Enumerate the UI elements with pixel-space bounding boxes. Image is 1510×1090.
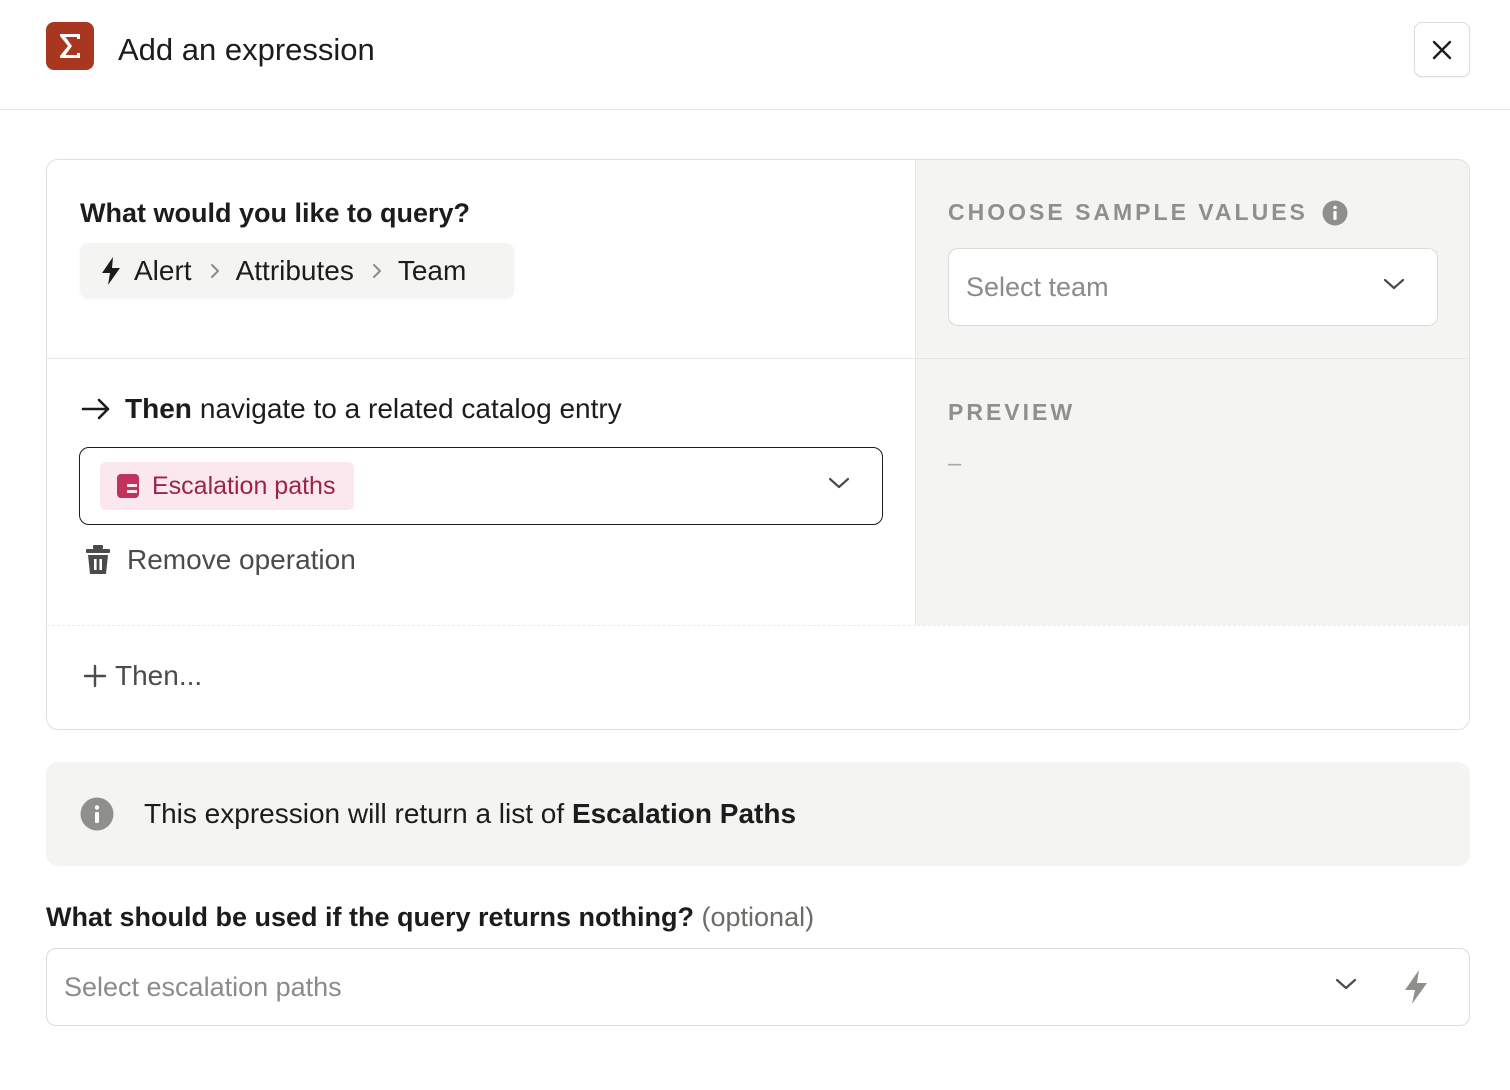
return-info-banner: This expression will return a list of Es… [46, 762, 1470, 866]
chevron-down-icon [1383, 277, 1405, 291]
bolt-icon[interactable] [1403, 969, 1429, 1005]
chevron-right-icon [372, 263, 382, 279]
sample-values-label: CHOOSE SAMPLE VALUES [948, 199, 1348, 226]
modal-header: Add an expression [0, 0, 1510, 110]
remove-operation-button[interactable]: Remove operation [85, 544, 356, 576]
sample-panel: CHOOSE SAMPLE VALUES Select team PREVIEW… [915, 160, 1469, 625]
info-icon [80, 797, 114, 831]
return-info-prefix: This expression will return a list of [144, 798, 565, 829]
chip-label: Escalation paths [152, 471, 336, 500]
close-icon [1432, 40, 1452, 59]
then-keyword: Then [125, 393, 192, 424]
operation-section: Then navigate to a related catalog entry… [47, 359, 915, 625]
breadcrumb-item: Team [397, 254, 467, 286]
trash-icon [85, 544, 111, 576]
fallback-placeholder: Select escalation paths [64, 971, 342, 1002]
book-icon [116, 473, 140, 499]
query-breadcrumb[interactable]: Alert Attributes Team [80, 243, 514, 298]
return-type: Escalation Paths [571, 798, 797, 829]
sample-values-text: CHOOSE SAMPLE VALUES [948, 199, 1308, 225]
operation-text: navigate to a related catalog entry [199, 393, 622, 424]
escalation-paths-chip: Escalation paths [100, 462, 354, 510]
breadcrumb-item: Alert [134, 254, 192, 286]
breadcrumb-item: Attributes [235, 254, 354, 286]
fallback-label: What should be used if the query returns… [46, 902, 814, 933]
chevron-down-icon[interactable] [1335, 977, 1357, 991]
sigma-icon [46, 22, 94, 70]
remove-operation-label: Remove operation [127, 544, 356, 575]
chevron-right-icon [210, 263, 220, 279]
sample-values-section: CHOOSE SAMPLE VALUES Select team [916, 160, 1469, 359]
fallback-select[interactable]: Select escalation paths [46, 948, 1470, 1026]
fallback-question: What should be used if the query returns… [46, 902, 694, 932]
optional-tag: (optional) [701, 902, 815, 932]
query-label: What would you like to query? [80, 198, 471, 228]
plus-icon [83, 664, 107, 688]
expression-card: What would you like to query? Alert Attr… [46, 159, 1470, 730]
info-icon[interactable] [1322, 200, 1348, 226]
chevron-down-icon [828, 476, 850, 490]
bolt-icon [100, 256, 122, 286]
modal-title: Add an expression [118, 32, 375, 67]
arrow-right-icon [81, 398, 111, 420]
preview-label: PREVIEW [948, 399, 1076, 425]
add-operation-section: Then... [47, 625, 1469, 729]
team-select-placeholder: Select team [966, 271, 1109, 302]
add-then-label: Then... [115, 660, 203, 691]
sample-team-select[interactable]: Select team [948, 248, 1438, 326]
query-section: What would you like to query? Alert Attr… [47, 160, 915, 359]
operation-description: Then navigate to a related catalog entry [81, 393, 622, 425]
close-button[interactable] [1414, 22, 1470, 77]
add-then-button[interactable]: Then... [83, 660, 202, 692]
return-info-text: This expression will return a list of Es… [144, 798, 796, 830]
preview-value: – [948, 450, 962, 477]
catalog-entry-select[interactable]: Escalation paths [79, 447, 883, 525]
